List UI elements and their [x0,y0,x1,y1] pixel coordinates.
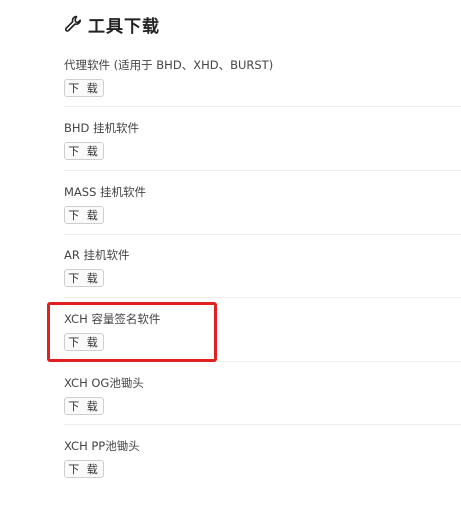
list-item-bhd: BHD 挂机软件 下 载 [64,120,461,184]
list-item-xch-pp: XCH PP池锄头 下 载 [64,438,461,502]
item-label: XCH PP池锄头 [64,439,140,453]
wrench-icon [64,15,82,33]
divider [64,106,461,107]
download-button[interactable]: 下 载 [64,333,104,351]
list-item-mass: MASS 挂机软件 下 载 [64,184,461,248]
page-title: 工具下载 [88,16,160,37]
item-label: 代理软件 (适用于 BHD、XHD、BURST) [64,58,274,72]
item-label: XCH OG池锄头 [64,376,144,390]
download-button[interactable]: 下 载 [64,397,104,415]
list-item-xch-signer: XCH 容量签名软件 下 载 [64,311,461,375]
section-header: 工具下载 [64,11,160,37]
item-label: BHD 挂机软件 [64,121,140,135]
divider [64,424,461,425]
divider [64,297,461,298]
download-button[interactable]: 下 载 [64,142,104,160]
list-item-ar: AR 挂机软件 下 载 [64,247,461,311]
download-button[interactable]: 下 载 [64,460,104,478]
item-label: MASS 挂机软件 [64,185,147,199]
divider [64,170,461,171]
download-button[interactable]: 下 载 [64,79,104,97]
list-item-xch-og: XCH OG池锄头 下 载 [64,375,461,439]
item-label: AR 挂机软件 [64,248,130,262]
item-label: XCH 容量签名软件 [64,312,161,326]
divider [64,361,461,362]
download-button[interactable]: 下 载 [64,206,104,224]
list-item-proxy: 代理软件 (适用于 BHD、XHD、BURST) 下 载 [64,57,461,121]
divider [64,234,461,235]
download-button[interactable]: 下 载 [64,269,104,287]
